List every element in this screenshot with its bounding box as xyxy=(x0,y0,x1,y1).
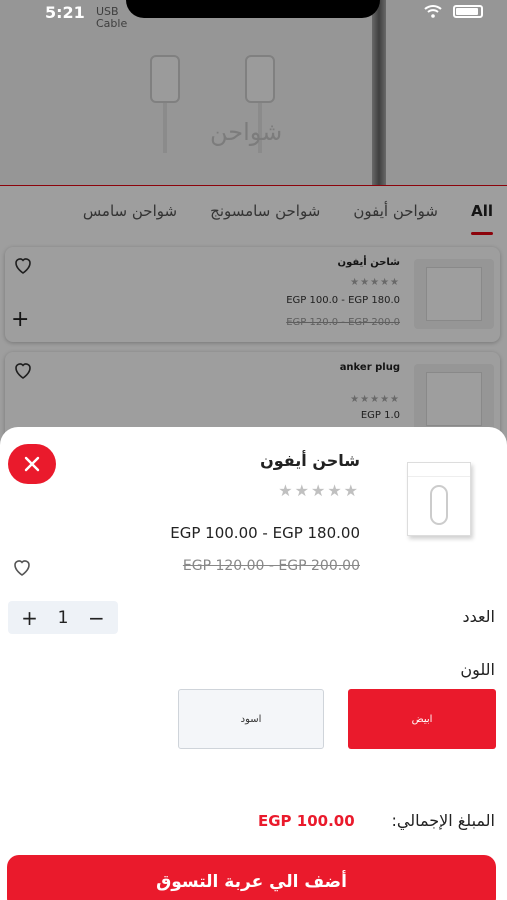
decrement-button[interactable]: − xyxy=(81,606,111,630)
wifi-icon xyxy=(424,5,442,18)
quantity-label: العدد xyxy=(462,607,495,626)
color-option-white[interactable]: ابيض xyxy=(348,689,496,749)
status-icons xyxy=(423,4,483,18)
product-price: EGP 100.00 - EGP 180.00 xyxy=(170,524,360,542)
close-icon xyxy=(24,456,40,472)
total-value: EGP 100.00 xyxy=(258,812,355,830)
add-to-cart-button[interactable]: أضف الي عربة التسوق xyxy=(7,855,496,900)
increment-button[interactable]: + xyxy=(15,606,45,630)
rating-stars: ★★★★★ xyxy=(278,481,360,500)
status-bar: 5:21 xyxy=(0,0,507,26)
color-label: اللون xyxy=(460,660,495,679)
heart-icon[interactable] xyxy=(10,555,34,579)
battery-icon xyxy=(453,4,483,18)
product-options-sheet: شاحن أيفون ★★★★★ EGP 100.00 - EGP 180.00… xyxy=(0,427,507,900)
device-notch xyxy=(126,0,380,18)
close-button[interactable] xyxy=(8,444,56,484)
quantity-value: 1 xyxy=(57,607,69,628)
status-time: 5:21 xyxy=(45,3,85,22)
total-label: المبلغ الإجمالي: xyxy=(391,811,495,830)
color-option-black[interactable]: اسود xyxy=(178,689,324,749)
product-image xyxy=(383,449,495,549)
quantity-stepper: + 1 − xyxy=(8,601,118,634)
product-old-price: EGP 120.00 - EGP 200.00 xyxy=(182,558,360,574)
product-title: شاحن أيفون xyxy=(260,451,360,470)
